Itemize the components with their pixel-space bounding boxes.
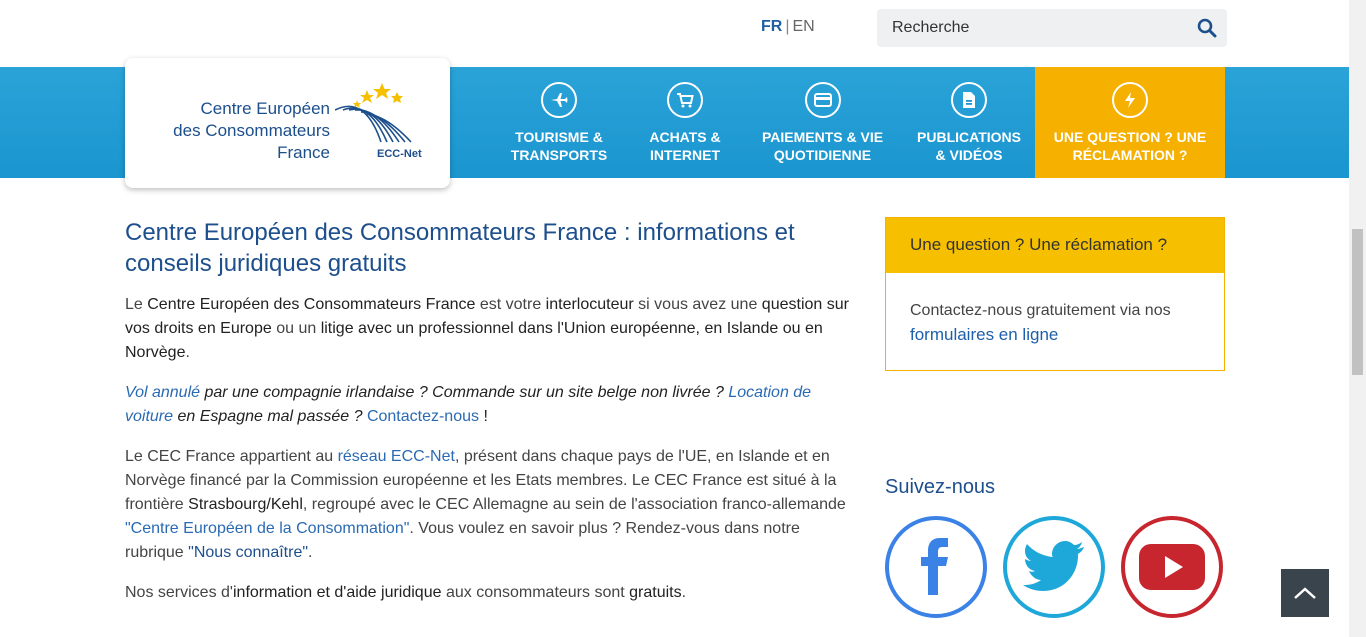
site-logo[interactable]: Centre Européen des Consommateurs France… xyxy=(125,58,450,188)
services-paragraph: Nos services d'information et d'aide jur… xyxy=(125,584,687,601)
cart-icon xyxy=(667,82,703,118)
nav-publications-videos[interactable]: PUBLICATIONS & VIDÉOS xyxy=(905,67,1033,178)
search-icon[interactable] xyxy=(1197,18,1217,38)
nav-achats-internet[interactable]: ACHATS & INTERNET xyxy=(630,67,740,178)
lang-fr-link[interactable]: FR xyxy=(761,18,782,35)
lang-separator: | xyxy=(785,18,790,35)
search-box[interactable]: Recherche xyxy=(877,9,1227,47)
formulaires-en-ligne-link[interactable]: formulaires en ligne xyxy=(910,325,1058,344)
question-box: Une question ? Une réclamation ? Contact… xyxy=(885,217,1225,371)
intro-paragraph: Le Centre Européen des Consommateurs Fra… xyxy=(125,296,849,361)
ecc-net-logo-graphic xyxy=(335,83,412,143)
facebook-icon[interactable] xyxy=(885,516,987,618)
youtube-icon[interactable] xyxy=(1121,516,1223,618)
vol-annule-link[interactable]: Vol annulé xyxy=(125,384,200,401)
follow-us-heading: Suivez-nous xyxy=(885,476,996,498)
nous-connaitre-link[interactable]: "Nous connaître" xyxy=(188,544,308,561)
nav-paiements-vie-quotidienne[interactable]: PAIEMENTS & VIE QUOTIDIENNE xyxy=(750,67,895,178)
nav-tourisme-transports[interactable]: TOURISME & TRANSPORTS xyxy=(496,67,622,178)
back-to-top-button[interactable] xyxy=(1281,569,1329,617)
question-box-text: Contactez-nous gratuitement via nos xyxy=(910,302,1171,319)
lightning-icon xyxy=(1112,82,1148,118)
lang-en-link[interactable]: EN xyxy=(792,18,814,35)
search-input[interactable]: Recherche xyxy=(892,19,969,37)
page-scrollbar[interactable] xyxy=(1349,0,1366,637)
document-icon xyxy=(951,82,987,118)
scrollbar-thumb[interactable] xyxy=(1352,229,1363,375)
twitter-icon[interactable] xyxy=(1003,516,1105,618)
question-box-title: Une question ? Une réclamation ? xyxy=(886,218,1224,273)
contactez-nous-link[interactable]: Contactez-nous xyxy=(367,408,479,425)
language-switcher: FR | EN xyxy=(761,18,815,36)
chevron-up-icon xyxy=(1294,587,1316,599)
page-title: Centre Européen des Consommateurs France… xyxy=(125,219,795,277)
card-icon xyxy=(804,82,841,118)
network-paragraph: Le CEC France appartient au réseau ECC-N… xyxy=(125,448,846,561)
plane-icon xyxy=(541,82,577,118)
logo-text: Centre Européen des Consommateurs France xyxy=(173,99,330,162)
reseau-ecc-net-link[interactable]: réseau ECC-Net xyxy=(338,448,455,465)
nav-question-reclamation[interactable]: UNE QUESTION ? UNE RÉCLAMATION ? xyxy=(1035,67,1225,178)
logo-network-label: ECC-Net xyxy=(377,148,422,160)
examples-paragraph: Vol annulé par une compagnie irlandaise … xyxy=(125,384,812,425)
centre-europeen-consommation-link[interactable]: "Centre Européen de la Consommation" xyxy=(125,520,409,537)
